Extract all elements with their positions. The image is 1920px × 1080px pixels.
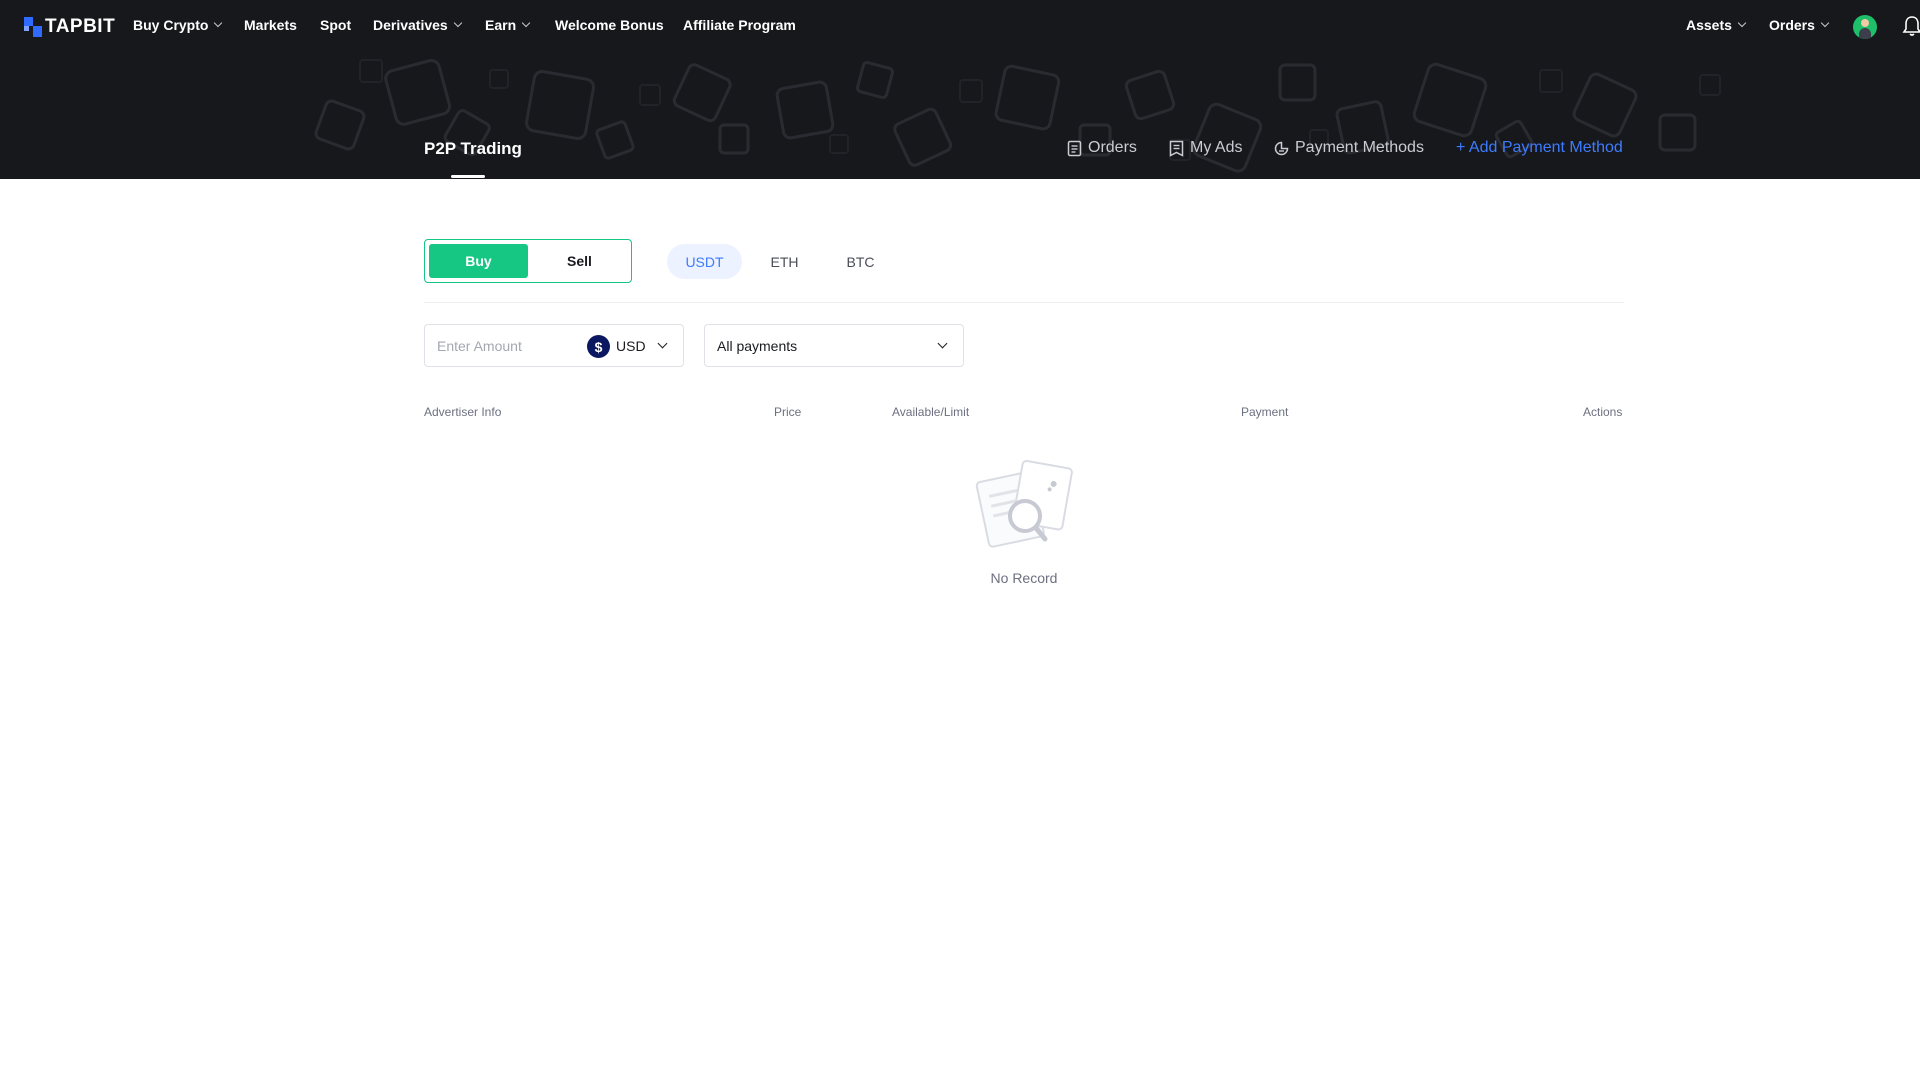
nav-buy-crypto-label: Buy Crypto	[133, 17, 209, 33]
nav-markets[interactable]: Markets	[244, 17, 297, 33]
orders-icon	[1067, 140, 1082, 156]
chevron-down-icon	[521, 18, 531, 28]
payment-method-selected: All payments	[717, 338, 798, 354]
nav-assets-label: Assets	[1686, 17, 1732, 33]
column-header-price: Price	[774, 405, 802, 419]
nav-affiliate-program-label: Affiliate Program	[683, 17, 796, 33]
nav-spot[interactable]: Spot	[320, 17, 351, 33]
payment-methods-link-label: Payment Methods	[1295, 139, 1424, 156]
my-ads-link-label: My Ads	[1190, 139, 1243, 156]
amount-input[interactable]: Enter Amount $ USD	[424, 324, 684, 367]
orders-link-label: Orders	[1088, 139, 1137, 156]
title-underline	[451, 175, 485, 178]
nav-earn-label: Earn	[485, 17, 517, 33]
my-ads-icon	[1169, 140, 1184, 157]
column-header-advertiser: Advertiser Info	[424, 405, 502, 419]
avatar-head	[1861, 19, 1869, 27]
nav-markets-label: Markets	[244, 17, 297, 33]
nav-derivatives-label: Derivatives	[373, 17, 448, 33]
currency-select-label[interactable]: USD	[616, 338, 646, 354]
tapbit-logo[interactable]: TAPBIT	[24, 15, 115, 39]
dollar-icon: $	[587, 335, 610, 358]
coin-tab-eth[interactable]: ETH	[750, 244, 819, 279]
empty-state-text: No Record	[990, 570, 1058, 586]
decorative-pattern	[314, 58, 1721, 173]
chevron-down-icon[interactable]	[657, 338, 668, 349]
nav-affiliate-program[interactable]: Affiliate Program	[683, 17, 796, 33]
chevron-down-icon	[453, 18, 462, 28]
logo-mark-icon	[24, 17, 42, 37]
nav-derivatives[interactable]: Derivatives	[373, 17, 462, 33]
bell-icon[interactable]	[1902, 15, 1920, 37]
section-divider	[424, 302, 1624, 303]
nav-orders-label: Orders	[1769, 17, 1815, 33]
chevron-down-icon	[214, 18, 223, 28]
add-payment-method-label: + Add Payment Method	[1456, 139, 1623, 156]
chevron-down-icon	[1737, 18, 1747, 28]
chevron-down-icon	[1820, 18, 1830, 28]
column-header-payment: Payment	[1241, 405, 1289, 419]
avatar-body	[1859, 28, 1871, 39]
column-header-actions: Actions	[1583, 405, 1623, 419]
chevron-down-icon	[937, 338, 948, 349]
nav-spot-label: Spot	[320, 17, 352, 33]
nav-assets[interactable]: Assets	[1686, 17, 1747, 33]
buy-button[interactable]: Buy	[429, 244, 528, 278]
no-record-illustration-icon	[975, 459, 1073, 548]
buy-sell-toggle: Buy Sell	[424, 239, 632, 283]
amount-placeholder: Enter Amount	[437, 338, 522, 354]
nav-buy-crypto[interactable]: Buy Crypto	[133, 17, 223, 33]
coin-tab-usdt[interactable]: USDT	[667, 244, 742, 279]
orders-link[interactable]: Orders	[1067, 139, 1137, 157]
payment-method-select[interactable]: All payments	[704, 324, 964, 367]
user-avatar[interactable]	[1853, 15, 1877, 39]
nav-orders[interactable]: Orders	[1769, 17, 1830, 33]
nav-earn[interactable]: Earn	[485, 17, 531, 33]
my-ads-link[interactable]: My Ads	[1169, 139, 1242, 157]
p2p-hero-banner: P2P Trading Orders My Ads Payment Method…	[0, 55, 1920, 179]
coin-tab-btc[interactable]: BTC	[827, 244, 894, 279]
page-title: P2P Trading	[424, 139, 522, 158]
payment-methods-link[interactable]: Payment Methods	[1274, 139, 1424, 157]
nav-welcome-bonus[interactable]: Welcome Bonus	[555, 17, 664, 33]
sell-button[interactable]: Sell	[530, 244, 629, 278]
logo-text: TAPBIT	[45, 16, 116, 37]
top-navigation: TAPBIT Buy Crypto Markets Spot Derivativ…	[0, 0, 1920, 55]
add-payment-method-link[interactable]: + Add Payment Method	[1456, 139, 1623, 157]
payment-methods-icon	[1274, 141, 1289, 155]
column-header-available: Available/Limit	[892, 405, 970, 419]
nav-welcome-bonus-label: Welcome Bonus	[555, 17, 664, 33]
